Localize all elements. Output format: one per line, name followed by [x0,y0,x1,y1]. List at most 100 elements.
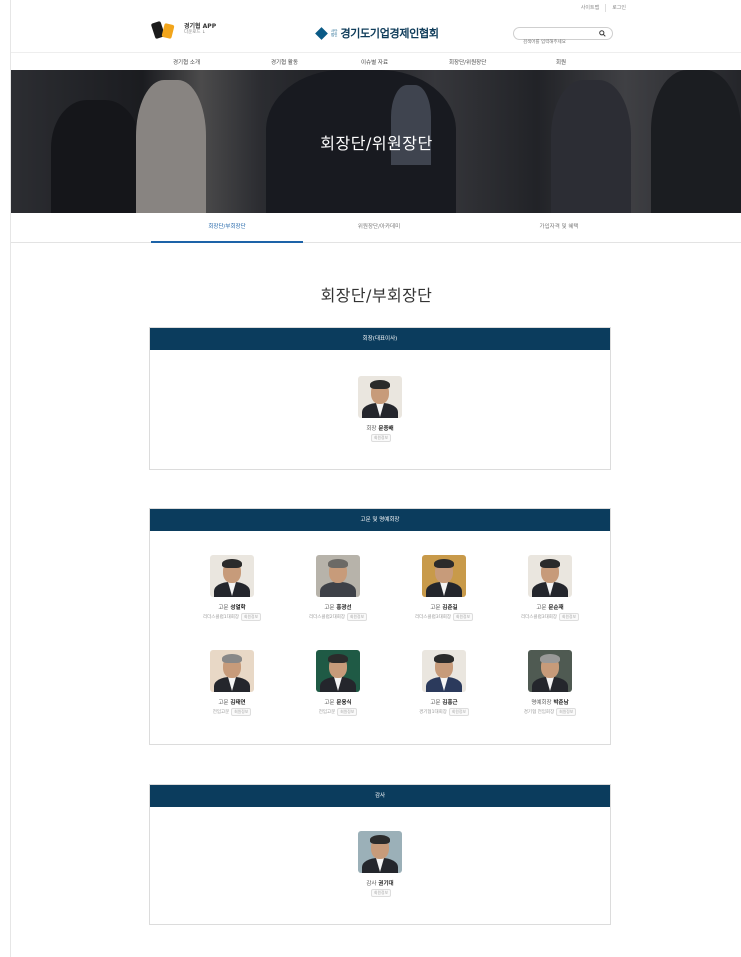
nav-item-leadership[interactable]: 회장단/위원장단 [449,58,486,66]
app-download-link[interactable]: 경기협 APP 다운로드 ↓ [150,20,216,40]
member-org: 리더스클럽1대회장 [203,615,239,620]
member-name-text: 문웅식 [336,700,352,706]
member-name: 고문 성열학 [180,603,284,611]
member-card[interactable]: 고문 홍광선 리더스클럽2대회장 회원정보 [286,555,390,621]
member-photo [210,650,254,692]
member-role: 감사 [366,881,377,887]
member-name: 고문 김태연 [180,698,284,706]
member-photo [422,555,466,597]
group-title: 감사 [150,785,610,807]
main-nav: 경기협 소개 경기협 활동 이슈별 자료 회장단/위원장단 회원 [11,52,741,70]
search-icon[interactable] [599,30,606,37]
tab-committee[interactable]: 위원장단/아카데미 [303,213,455,243]
member-name-text: 홍광선 [336,605,352,611]
member-sub: 리더스클럽2대회장 회원정보 [286,613,390,621]
member-name: 고문 문순재 [498,603,602,611]
nav-item-about[interactable]: 경기협 소개 [173,58,200,66]
group-auditor: 감사 감사 권기대 회원정보 [149,784,611,925]
member-name: 회장 문종배 [328,424,432,432]
member-role: 고문 [218,605,229,611]
group-title: 고문 및 명예회장 [150,509,610,531]
member-info-badge[interactable]: 회원정보 [371,889,391,897]
member-card[interactable]: 명예회장 박춘남 경기협 전임회장 회원정보 [498,650,602,716]
member-name-text: 권기대 [378,881,394,887]
member-sub: 리더스클럽3대회장 회원정보 [498,613,602,621]
member-info-badge[interactable]: 회원정보 [231,708,252,716]
member-name-text: 김홍근 [442,700,458,706]
logo-diamond-icon [315,26,328,40]
member-org: 경기협 전임회장 [523,710,555,715]
member-sub: 전임고문 회원정보 [180,708,284,716]
nav-item-activities[interactable]: 경기협 활동 [271,58,298,66]
member-role: 고문 [324,700,335,706]
member-info-badge[interactable]: 회원정보 [559,613,579,621]
member-photo [316,650,360,692]
member-card[interactable]: 회장 문종배 회원정보 [328,376,432,442]
member-sub: 리더스클럽3대회장 회원정보 [392,613,496,621]
member-name-text: 문순재 [548,605,564,611]
member-name-text: 박춘남 [553,700,569,706]
member-photo [528,555,572,597]
member-card[interactable]: 고문 문웅식 전임고문 회원정보 [286,650,390,716]
nav-item-issues[interactable]: 이슈별 자료 [361,58,388,66]
member-info-badge[interactable]: 회원정보 [556,708,577,716]
sub-tabs: 회장단/부회장단 위원장단/아카데미 가입자격 및 혜택 [11,213,741,243]
search-input[interactable] [523,37,601,48]
member-info-badge[interactable]: 회원정보 [337,708,358,716]
member-sub: 리더스클럽1대회장 회원정보 [180,613,284,621]
member-role: 회장 [366,426,377,432]
utility-bar: 사이트맵 로그인 [11,4,741,16]
member-photo [358,831,402,873]
member-role: 고문 [536,605,547,611]
member-name-text: 성열학 [230,605,246,611]
member-name: 명예회장 박춘남 [498,698,602,706]
member-org: 경기협1대회장 [419,710,447,715]
member-sub: 경기협1대회장 회원정보 [392,708,496,716]
member-name: 고문 김춘길 [392,603,496,611]
member-role: 명예회장 [531,700,552,706]
phone-icon [150,20,179,40]
page: 사이트맵 로그인 경기협 APP 다운로드 ↓ 사단 법인 경기도기업경제인협회 [10,0,741,957]
member-org: 리더스클럽2대회장 [309,615,345,620]
sitemap-link[interactable]: 사이트맵 [575,4,605,12]
tab-board[interactable]: 회장단/부회장단 [151,213,303,243]
member-photo [528,650,572,692]
member-role: 고문 [430,700,441,706]
member-card[interactable]: 감사 권기대 회원정보 [328,831,432,897]
logo-mini-2: 법인 [331,33,338,37]
member-name-text: 김춘길 [442,605,458,611]
member-info-badge[interactable]: 회원정보 [453,613,473,621]
member-card[interactable]: 고문 성열학 리더스클럽1대회장 회원정보 [180,555,284,621]
member-role: 고문 [324,605,335,611]
search-box [513,27,613,48]
app-download-label: 다운로드 ↓ [184,30,206,35]
member-name: 고문 김홍근 [392,698,496,706]
member-sub: 경기협 전임회장 회원정보 [498,708,602,716]
member-info-badge[interactable]: 회원정보 [371,434,391,442]
member-org: 전임고문 [318,710,336,715]
member-role: 고문 [430,605,441,611]
member-name-text: 문종배 [378,426,394,432]
site-logo[interactable]: 사단 법인 경기도기업경제인협회 [315,25,439,41]
tab-membership[interactable]: 가입자격 및 혜택 [483,213,635,243]
hero-banner: 회장단/위원장단 [11,70,741,213]
group-advisors: 고문 및 명예회장 고문 성열학 리더스클럽1대회장 회원정보 고문 홍광선 리더… [149,508,611,745]
member-info-badge[interactable]: 회원정보 [241,613,261,621]
member-photo [422,650,466,692]
member-card[interactable]: 고문 김홍근 경기협1대회장 회원정보 [392,650,496,716]
member-role: 고문 [218,700,229,706]
member-info-badge[interactable]: 회원정보 [448,708,469,716]
login-link[interactable]: 로그인 [605,4,632,12]
member-name: 감사 권기대 [328,879,432,887]
member-name-text: 김태연 [230,700,246,706]
member-photo [210,555,254,597]
group-president: 회장(대표이사) 회장 문종배 회원정보 [149,327,611,470]
header: 경기협 APP 다운로드 ↓ 사단 법인 경기도기업경제인협회 [11,16,741,52]
member-org: 전임고문 [212,710,230,715]
member-name: 고문 홍광선 [286,603,390,611]
nav-item-members[interactable]: 회원 [556,58,566,66]
member-card[interactable]: 고문 김춘길 리더스클럽3대회장 회원정보 [392,555,496,621]
member-card[interactable]: 고문 문순재 리더스클럽3대회장 회원정보 [498,555,602,621]
member-info-badge[interactable]: 회원정보 [347,613,367,621]
member-card[interactable]: 고문 김태연 전임고문 회원정보 [180,650,284,716]
